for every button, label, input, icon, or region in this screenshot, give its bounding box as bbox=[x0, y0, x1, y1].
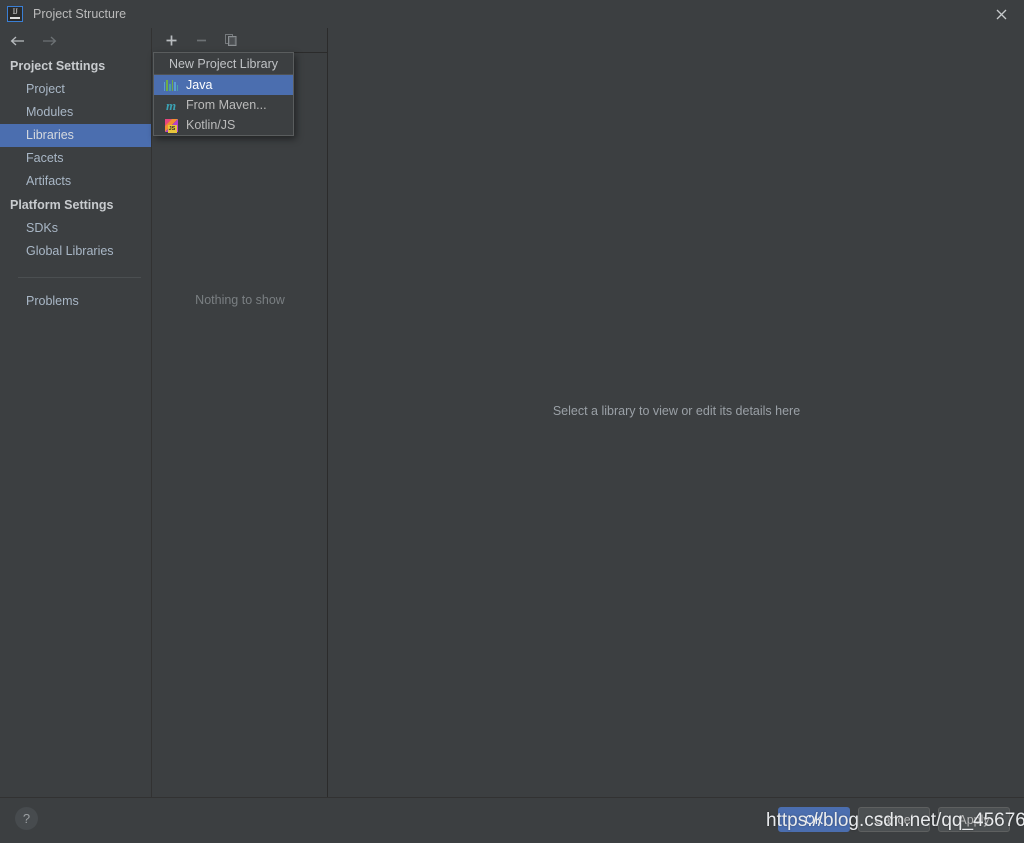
library-details-panel: Select a library to view or edit its det… bbox=[329, 28, 1024, 797]
libraries-empty-message: Nothing to show bbox=[195, 293, 285, 307]
library-details-hint: Select a library to view or edit its det… bbox=[552, 404, 801, 418]
popup-item-java[interactable]: Java bbox=[154, 75, 293, 95]
navigation-arrows bbox=[0, 28, 151, 54]
help-button[interactable]: ? bbox=[15, 807, 38, 830]
arrow-right-icon bbox=[42, 36, 56, 46]
project-structure-dialog: IJ Project Structure Project Settings Pr… bbox=[0, 0, 1024, 843]
cancel-button[interactable]: Cancel bbox=[858, 807, 930, 832]
sidebar-item-modules[interactable]: Modules bbox=[0, 101, 151, 124]
sidebar-item-project[interactable]: Project bbox=[0, 78, 151, 101]
sidebar-item-problems[interactable]: Problems bbox=[0, 290, 151, 313]
sidebar-group-header-project-settings: Project Settings bbox=[10, 59, 106, 73]
dialog-footer: ? OK Cancel Apply bbox=[0, 797, 1024, 843]
minus-icon bbox=[196, 39, 206, 41]
popup-item-label: Java bbox=[186, 78, 213, 92]
sidebar-item-artifacts[interactable]: Artifacts bbox=[0, 170, 151, 193]
kotlin-js-icon: JS bbox=[163, 117, 179, 133]
add-library-button[interactable] bbox=[162, 31, 180, 49]
plus-icon bbox=[166, 35, 176, 45]
libraries-list-panel: Nothing to show bbox=[153, 28, 328, 797]
window-titlebar: IJ Project Structure bbox=[0, 0, 1024, 28]
sidebar-item-global-libraries[interactable]: Global Libraries bbox=[0, 240, 151, 263]
sidebar-group-header-platform-settings: Platform Settings bbox=[10, 198, 114, 212]
popup-item-label: From Maven... bbox=[186, 98, 267, 112]
popup-item-label: Kotlin/JS bbox=[186, 118, 236, 132]
arrow-left-icon bbox=[10, 36, 24, 46]
apply-button[interactable]: Apply bbox=[938, 807, 1010, 832]
copy-icon bbox=[225, 34, 237, 46]
new-project-library-popup: New Project Library Java m From Maven... bbox=[153, 52, 294, 136]
close-icon bbox=[996, 9, 1006, 19]
settings-sidebar: Project Settings Project Modules Librari… bbox=[0, 28, 152, 797]
popup-item-kotlin-js[interactable]: JS Kotlin/JS bbox=[154, 115, 293, 135]
forward-button[interactable] bbox=[40, 33, 58, 49]
ij-mark-underline bbox=[10, 17, 20, 19]
sidebar-item-libraries[interactable]: Libraries bbox=[0, 124, 151, 147]
sidebar-item-sdks[interactable]: SDKs bbox=[0, 217, 151, 240]
ok-button[interactable]: OK bbox=[778, 807, 850, 832]
sidebar-item-facets[interactable]: Facets bbox=[0, 147, 151, 170]
maven-icon: m bbox=[165, 97, 177, 113]
libraries-toolbar bbox=[153, 28, 327, 53]
close-window-button[interactable] bbox=[978, 0, 1024, 28]
sidebar-divider bbox=[18, 277, 141, 278]
popup-item-from-maven[interactable]: m From Maven... bbox=[154, 95, 293, 115]
popup-title: New Project Library bbox=[154, 53, 293, 75]
dialog-button-row: OK Cancel Apply bbox=[778, 807, 1010, 832]
back-button[interactable] bbox=[8, 33, 26, 49]
remove-library-button[interactable] bbox=[192, 31, 210, 49]
ij-mark-text: IJ bbox=[12, 7, 18, 16]
intellij-idea-icon: IJ bbox=[7, 6, 23, 22]
window-title: Project Structure bbox=[33, 7, 127, 21]
java-icon bbox=[163, 77, 179, 93]
copy-library-button[interactable] bbox=[222, 31, 240, 49]
